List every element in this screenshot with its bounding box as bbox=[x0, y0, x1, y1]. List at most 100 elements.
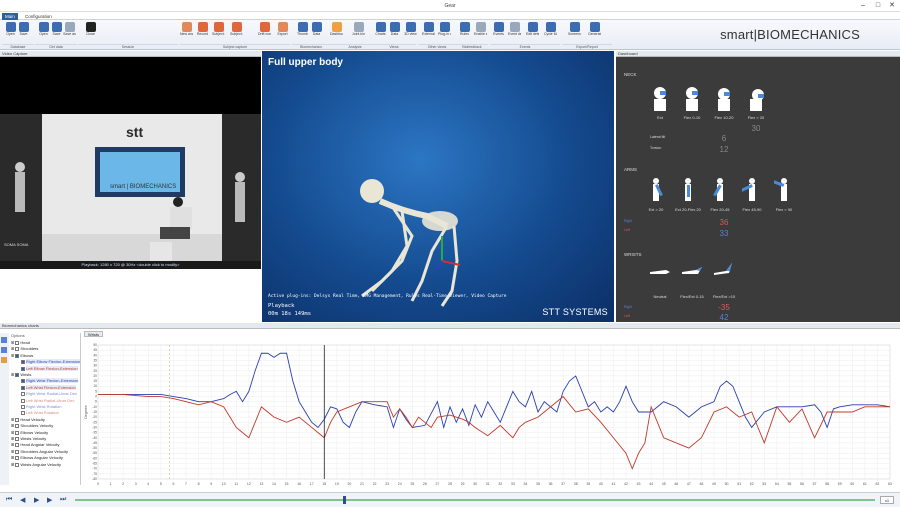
play-icon[interactable]: ▶ bbox=[34, 496, 39, 504]
tree-item[interactable]: ⊞ Elbows bbox=[11, 353, 33, 359]
ribbon-button-0[interactable]: Open bbox=[4, 22, 17, 44]
ribbon-button-5[interactable]: Close bbox=[84, 22, 97, 44]
minimize-button[interactable]: – bbox=[856, 1, 870, 11]
ribbon-button-22[interactable]: Enable events bbox=[474, 22, 487, 44]
ribbon-button-6[interactable]: New analysis bbox=[180, 22, 193, 44]
tree-item[interactable]: ⊞ Elbows Angular Velocity bbox=[11, 455, 63, 461]
tree-item[interactable]: ⊞ Shoulders bbox=[11, 346, 38, 352]
timeline-track[interactable] bbox=[75, 499, 875, 501]
ribbon-button-2[interactable]: Open bbox=[37, 22, 50, 44]
ribbon-button-28[interactable]: Generate report bbox=[588, 22, 601, 44]
tree-item[interactable]: ⊞ Head bbox=[11, 340, 30, 346]
ribbon-button-8[interactable]: Subject on (standard) bbox=[212, 22, 225, 44]
step-back-icon[interactable]: ◀ bbox=[20, 496, 25, 504]
tree-item[interactable]: Right Wrist Radial-Ulnar Dev bbox=[20, 391, 77, 397]
checkbox[interactable] bbox=[21, 398, 25, 403]
expand-icon[interactable]: ⊞ bbox=[11, 455, 14, 460]
expand-icon[interactable]: ⊞ bbox=[11, 462, 14, 467]
ribbon-button-24[interactable]: Event definitions bbox=[508, 22, 521, 44]
tree-item[interactable]: ⊞ Wrists Angular Velocity bbox=[11, 462, 61, 468]
ribbon-button-27[interactable]: Screenshots bbox=[568, 22, 581, 44]
ribbon-button-25[interactable]: Edit detection bbox=[526, 22, 539, 44]
expand-icon[interactable]: ⊞ bbox=[11, 442, 14, 447]
timeline-thumb[interactable] bbox=[343, 496, 346, 504]
ribbon-button-20[interactable]: Plug-in views bbox=[438, 22, 451, 44]
checkbox[interactable] bbox=[21, 404, 25, 409]
checkbox[interactable] bbox=[15, 436, 20, 441]
tree-item[interactable]: Left Elbow Flexion-Extension bbox=[20, 365, 78, 372]
ribbon-button-14[interactable]: Dashboard bbox=[330, 22, 343, 44]
tree-item[interactable]: Left Wrist Radial-Ulnar Dev bbox=[20, 398, 74, 404]
expand-icon[interactable]: ⊞ bbox=[11, 417, 14, 422]
expand-icon[interactable]: ⊞ bbox=[11, 353, 14, 358]
checkbox[interactable] bbox=[21, 366, 25, 371]
biomechanics-chart[interactable]: 0 1 2 3 4 5 6 7 8 9 10 11 12 13 14 15 16 17 18 19 20 21 22 23 24… bbox=[84, 339, 896, 491]
tab-configuration[interactable]: Configuration bbox=[22, 13, 55, 20]
checkbox[interactable] bbox=[15, 353, 20, 358]
tree-item[interactable]: ⊞ Shoulders Velocity bbox=[11, 423, 53, 429]
checkbox[interactable] bbox=[21, 379, 25, 384]
tree-item[interactable]: ⊞ Head Velocity bbox=[11, 417, 45, 423]
checkbox[interactable] bbox=[21, 392, 25, 397]
ribbon-button-11[interactable]: Export bbox=[276, 22, 289, 44]
tree-item[interactable]: ⊞ Shoulders Angular Velocity bbox=[11, 449, 68, 455]
expand-icon[interactable]: ⊞ bbox=[11, 423, 14, 428]
zoom-select[interactable]: x1 bbox=[880, 496, 894, 504]
checkbox[interactable] bbox=[15, 417, 20, 422]
chart-marker-icon[interactable] bbox=[1, 357, 7, 363]
expand-icon[interactable]: ⊞ bbox=[11, 372, 14, 377]
ribbon-button-26[interactable]: Cycle Manager bbox=[544, 22, 557, 44]
checkbox[interactable] bbox=[15, 372, 20, 377]
expand-icon[interactable]: ⊞ bbox=[11, 430, 14, 435]
tree-item[interactable]: Right Wrist Flexion-Extension bbox=[20, 378, 79, 384]
close-window-button[interactable]: ✕ bbox=[885, 1, 899, 11]
checkbox[interactable] bbox=[15, 449, 20, 454]
checkbox[interactable] bbox=[21, 385, 25, 390]
skip-end-icon[interactable]: ⏭ bbox=[60, 496, 66, 504]
tab-main[interactable]: Main bbox=[2, 13, 18, 20]
ribbon-button-23[interactable]: Events bbox=[492, 22, 505, 44]
checkbox[interactable] bbox=[15, 443, 20, 448]
ribbon-button-3[interactable]: Save bbox=[50, 22, 63, 44]
tree-item[interactable]: ⊞ Elbows Velocity bbox=[11, 430, 48, 436]
checkbox[interactable] bbox=[15, 347, 20, 352]
chart-settings-icon[interactable] bbox=[1, 347, 7, 353]
ribbon-button-21[interactable]: Rules bbox=[458, 22, 471, 44]
tree-item[interactable]: Left Wrist Rotation bbox=[20, 410, 59, 416]
checkbox[interactable] bbox=[15, 424, 20, 429]
skip-start-icon[interactable]: ⏮ bbox=[6, 496, 12, 504]
tree-item[interactable]: Left Wrist Flexion-Extension bbox=[20, 384, 76, 391]
expand-icon[interactable]: ⊞ bbox=[11, 346, 14, 351]
ribbon-button-10[interactable]: Drift correction bbox=[258, 22, 271, 44]
video-capture-view[interactable]: stt smart | BIOMECHANICS SOMA SOMA bbox=[0, 57, 261, 268]
ribbon-button-17[interactable]: Data bbox=[388, 22, 401, 44]
checkbox[interactable] bbox=[15, 430, 20, 435]
video-playback-info[interactable]: Playback: 1280 x 720 @ 30Hz <double clic… bbox=[0, 261, 261, 269]
maximize-button[interactable]: □ bbox=[871, 1, 885, 11]
3d-view[interactable]: Full upper body Active plug-ins: Delsys … bbox=[262, 51, 614, 322]
ribbon-button-4[interactable]: Save as bbox=[63, 22, 76, 44]
ribbon-button-15[interactable]: Joint kinematics bbox=[352, 22, 365, 44]
checkbox[interactable] bbox=[21, 360, 25, 365]
tree-item[interactable]: ⊞ Wrists Velocity bbox=[11, 436, 46, 442]
ribbon-button-19[interactable]: External devices bbox=[422, 22, 435, 44]
ribbon-button-7[interactable]: Record bbox=[196, 22, 209, 44]
ribbon-button-1[interactable]: Save bbox=[17, 22, 30, 44]
tree-item[interactable]: Right Wrist Rotation bbox=[20, 404, 62, 410]
ribbon-button-13[interactable]: Data bbox=[310, 22, 323, 44]
tree-item[interactable]: ⊞ Head Angular Velocity bbox=[11, 442, 60, 448]
ribbon-button-16[interactable]: Charts bbox=[374, 22, 387, 44]
expand-icon[interactable]: ⊞ bbox=[11, 449, 14, 454]
tree-item[interactable]: ⊞ Wrists bbox=[11, 372, 31, 378]
step-forward-icon[interactable]: ▶ bbox=[47, 496, 52, 504]
chart-tool-icon[interactable] bbox=[1, 337, 7, 343]
checkbox[interactable] bbox=[15, 462, 20, 467]
ribbon-button-12[interactable]: Thumb bbox=[296, 22, 309, 44]
ribbon-button-18[interactable]: 3D view bbox=[404, 22, 417, 44]
ribbon-button-9[interactable]: Subject on ground (alt) bbox=[230, 22, 243, 44]
expand-icon[interactable]: ⊞ bbox=[11, 436, 14, 441]
tab-wrists[interactable]: Wrists bbox=[84, 331, 104, 337]
checkbox[interactable] bbox=[15, 340, 20, 345]
checkbox[interactable] bbox=[15, 456, 20, 461]
checkbox[interactable] bbox=[21, 411, 25, 416]
